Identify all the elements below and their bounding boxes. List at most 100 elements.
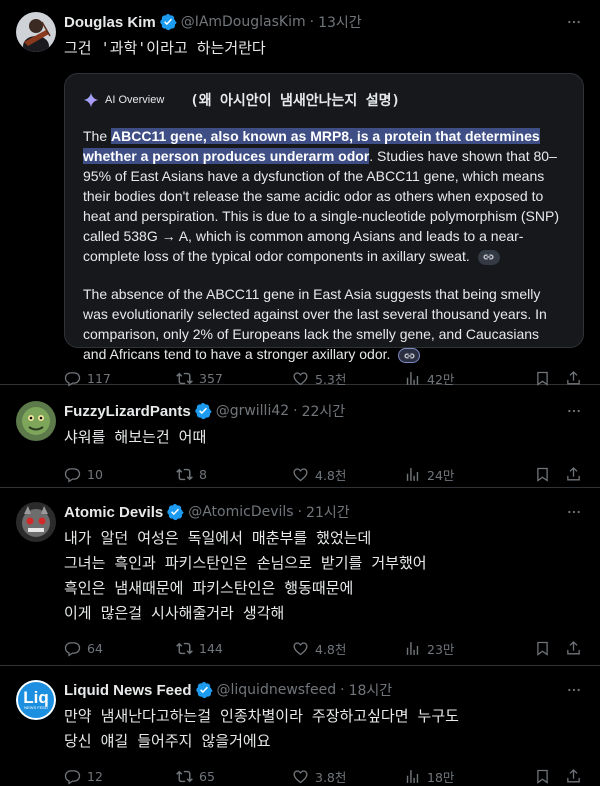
- user-handle[interactable]: @IAmDouglasKim: [181, 14, 306, 30]
- like-count: 4.8천: [315, 467, 347, 483]
- tweet-header: Douglas Kim @IAmDouglasKim · 13시간: [64, 12, 584, 32]
- avatar[interactable]: [16, 12, 56, 52]
- share-icon[interactable]: [565, 640, 582, 657]
- avatar-logo-text: Liq: [23, 687, 49, 707]
- tweet-text: 그건 '과학'이라고 하는거란다: [64, 39, 266, 57]
- tweet-fuzzylizardpants[interactable]: FuzzyLizardPants @grwilli42 · 22시간 샤워를 해…: [0, 385, 600, 488]
- tweet-actions: 64 144 4.8천 23만: [64, 628, 584, 668]
- separator-dot: ·: [340, 682, 345, 698]
- reply-icon: [64, 370, 81, 387]
- tweet-liquid-news-feed[interactable]: Liq NEWS FEED Liquid News Feed @liquidne…: [0, 666, 600, 786]
- verified-badge-icon: [159, 13, 177, 31]
- reply-count: 10: [87, 466, 103, 482]
- display-name[interactable]: Liquid News Feed: [64, 682, 192, 699]
- views-icon: [404, 370, 421, 387]
- repost-icon: [176, 466, 193, 483]
- views-button[interactable]: 23만: [404, 639, 454, 658]
- like-button[interactable]: 4.8천: [292, 639, 404, 658]
- views-icon: [404, 640, 421, 657]
- bookmark-icon[interactable]: [534, 466, 551, 483]
- like-icon: [292, 466, 309, 483]
- tweet-douglas-kim[interactable]: Douglas Kim @IAmDouglasKim · 13시간 그건 '과학…: [0, 0, 600, 387]
- view-count: 23만: [427, 641, 455, 657]
- share-icon[interactable]: [565, 466, 582, 483]
- ai-p2-text: The absence of the ABCC11 gene in East A…: [83, 286, 547, 362]
- reply-icon: [64, 466, 81, 483]
- reply-count: 12: [87, 768, 103, 784]
- view-count: 24만: [427, 467, 455, 483]
- tweet-header: Liquid News Feed @liquidnewsfeed · 18시간: [64, 680, 584, 700]
- more-options-icon[interactable]: [564, 14, 584, 30]
- tweet-text: 만약 냄새난다고하는걸 인종차별이라 주장하고싶다면 누구도 당신 얘길 들어주…: [64, 707, 459, 750]
- like-count: 3.8천: [315, 769, 347, 785]
- more-options-icon[interactable]: [564, 504, 584, 520]
- tweet-atomic-devils[interactable]: Atomic Devils @AtomicDevils · 21시간 내가 알던…: [0, 488, 600, 666]
- reply-count: 117: [87, 370, 111, 386]
- tweet-text: 내가 알던 여성은 독일에서 매춘부를 했었는데 그녀는 흑인과 파키스탄인은 …: [64, 529, 427, 622]
- like-icon: [292, 640, 309, 657]
- repost-button[interactable]: 8: [176, 466, 292, 483]
- share-icon[interactable]: [565, 370, 582, 387]
- reply-icon: [64, 640, 81, 657]
- ai-overview-caption: (왜 아시안이 냄새안나는지 설명): [190, 93, 400, 109]
- reply-button[interactable]: 117: [64, 370, 176, 387]
- user-handle[interactable]: @AtomicDevils: [188, 504, 293, 520]
- avatar[interactable]: Liq NEWS FEED: [16, 680, 56, 720]
- tweet-header: Atomic Devils @AtomicDevils · 21시간: [64, 502, 584, 522]
- views-button[interactable]: 24만: [404, 465, 454, 484]
- timestamp[interactable]: 22시간: [302, 401, 346, 421]
- reply-button[interactable]: 10: [64, 466, 176, 483]
- violinist-avatar-icon: [16, 12, 56, 52]
- timestamp[interactable]: 13시간: [318, 12, 362, 32]
- repost-icon: [176, 370, 193, 387]
- tweet-extra-actions: [534, 466, 584, 483]
- share-icon[interactable]: [565, 768, 582, 785]
- like-icon: [292, 370, 309, 387]
- like-button[interactable]: 4.8천: [292, 465, 404, 484]
- repost-count: 65: [199, 768, 215, 784]
- user-handle[interactable]: @liquidnewsfeed: [217, 682, 337, 698]
- display-name[interactable]: FuzzyLizardPants: [64, 403, 191, 420]
- verified-badge-icon: [166, 503, 184, 521]
- reply-button[interactable]: 64: [64, 640, 176, 657]
- bookmark-icon[interactable]: [534, 370, 551, 387]
- reply-count: 64: [87, 640, 103, 656]
- avatar[interactable]: [16, 502, 56, 542]
- display-name[interactable]: Douglas Kim: [64, 14, 156, 31]
- bookmark-icon[interactable]: [534, 768, 551, 785]
- source-link-icon[interactable]: [398, 347, 421, 363]
- source-link-icon[interactable]: [477, 249, 500, 265]
- repost-count: 357: [199, 370, 223, 386]
- reply-icon: [64, 768, 81, 785]
- verified-badge-icon: [195, 681, 213, 699]
- separator-dot: ·: [293, 403, 298, 419]
- more-options-icon[interactable]: [564, 403, 584, 419]
- views-icon: [404, 768, 421, 785]
- views-button[interactable]: 18만: [404, 767, 454, 786]
- bookmark-icon[interactable]: [534, 640, 551, 657]
- avatar[interactable]: [16, 401, 56, 441]
- ai-overview-label: AI Overview: [105, 94, 165, 106]
- repost-button[interactable]: 144: [176, 640, 292, 657]
- ai-overview-card: AI Overview (왜 아시안이 냄새안나는지 설명) The ABCC1…: [64, 73, 584, 363]
- user-handle[interactable]: @grwilli42: [216, 403, 289, 419]
- repost-button[interactable]: 357: [176, 370, 292, 387]
- tweet-extra-actions: [534, 768, 584, 785]
- tweet-text: 샤워를 해보는건 어때: [64, 428, 207, 446]
- like-icon: [292, 768, 309, 785]
- display-name[interactable]: Atomic Devils: [64, 504, 163, 521]
- timestamp[interactable]: 18시간: [349, 680, 393, 700]
- repost-icon: [176, 768, 193, 785]
- like-button[interactable]: 3.8천: [292, 767, 404, 786]
- separator-dot: ·: [297, 504, 303, 520]
- views-icon: [404, 466, 421, 483]
- repost-count: 144: [199, 640, 223, 656]
- repost-button[interactable]: 65: [176, 768, 292, 785]
- ai-p1-prefix: The: [83, 128, 112, 144]
- repost-count: 8: [199, 466, 207, 482]
- timestamp[interactable]: 21시간: [306, 502, 350, 522]
- ai-p1-rest: . Studies have shown that 80–95% of East…: [83, 148, 559, 264]
- reply-button[interactable]: 12: [64, 768, 176, 785]
- tweet-header: FuzzyLizardPants @grwilli42 · 22시간: [64, 401, 584, 421]
- more-options-icon[interactable]: [564, 682, 584, 698]
